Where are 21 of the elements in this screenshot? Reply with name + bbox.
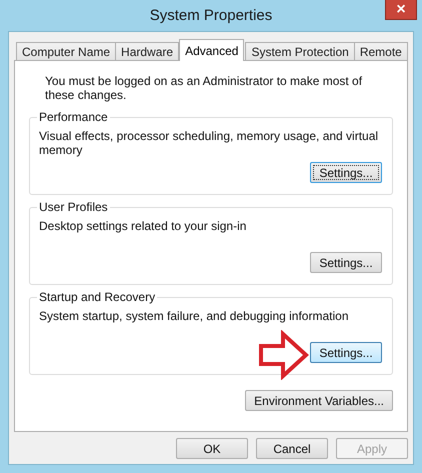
dialog-button[interactable]: Cancel [256,438,328,459]
group-title: Startup and Recovery [37,290,158,304]
arrow-drawing [258,330,310,380]
group-title: Performance [37,110,110,124]
settings-button[interactable]: Settings... [310,252,382,273]
group-description: Visual effects, processor scheduling, memory usage, and virtual memory [39,129,380,157]
close-button[interactable]: × [385,0,417,20]
group-description: Desktop settings related to your sign-in [39,219,248,233]
settings-button[interactable]: Settings... [310,342,382,363]
tab[interactable]: Hardware [115,42,180,60]
dialog-button[interactable]: OK [176,438,248,459]
tab[interactable]: Advanced [179,39,244,61]
window-title: System Properties [150,7,272,24]
tab[interactable]: Remote [354,42,408,60]
settings-button[interactable]: Settings... [310,162,382,183]
tab[interactable]: Computer Name [16,42,116,60]
group-description: System startup, system failure, and debugging information [39,309,350,323]
environment-variables-button[interactable]: Environment Variables... [245,390,393,411]
group-title: User Profiles [37,200,110,214]
notice-text: You must be logged on as an Administrator to make most of these changes. [45,74,364,102]
tab[interactable]: System Protection [245,42,355,60]
